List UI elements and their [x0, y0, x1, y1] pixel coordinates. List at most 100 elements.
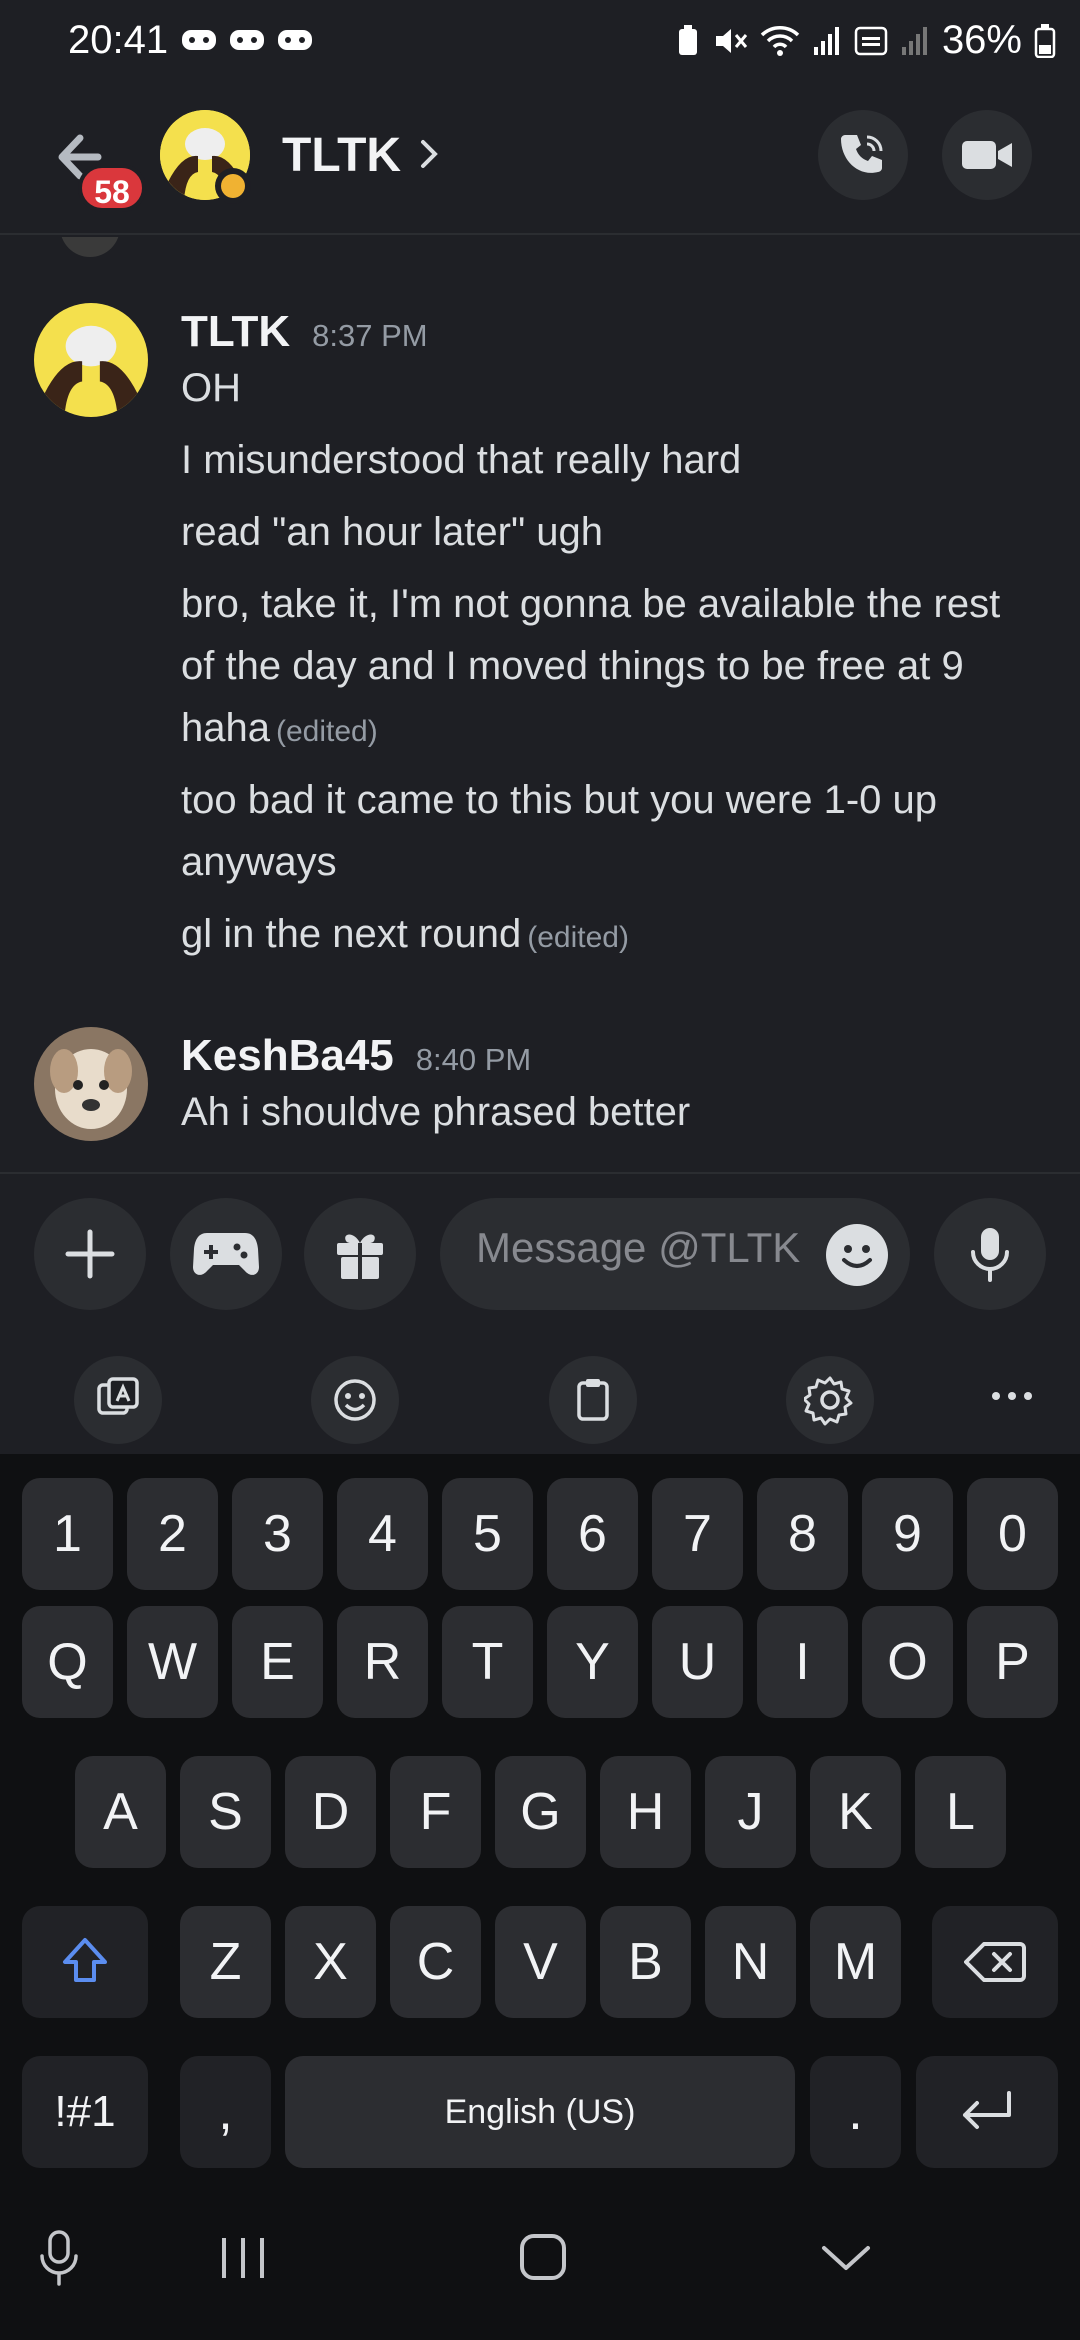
message-author[interactable]: TLTK 8:37 PM — [181, 307, 428, 357]
key-h[interactable]: H — [600, 1756, 691, 1868]
recent-apps-icon[interactable] — [218, 2234, 268, 2282]
message-content: I misunderstood that really hard — [181, 438, 742, 482]
avatar[interactable] — [34, 1027, 148, 1141]
message-content: Ah i shouldve phrased better — [181, 1090, 691, 1134]
translate-button[interactable] — [74, 1356, 162, 1444]
activities-button[interactable] — [170, 1198, 282, 1310]
key-5[interactable]: 5 — [442, 1478, 533, 1590]
key-r[interactable]: R — [337, 1606, 428, 1718]
key-x[interactable]: X — [285, 1906, 376, 2018]
phone-call-icon — [841, 135, 883, 173]
chevron-right-icon[interactable] — [415, 132, 445, 176]
message-content: OH — [181, 366, 241, 410]
keyboard-settings-button[interactable] — [786, 1356, 874, 1444]
key-q[interactable]: Q — [22, 1606, 113, 1718]
key-7[interactable]: 7 — [652, 1478, 743, 1590]
status-time: 20:41 — [68, 18, 169, 62]
keyboard: 1 2 3 4 5 6 7 8 9 0 Q W E R T Y U I O P … — [0, 1454, 1080, 2180]
hide-keyboard-icon[interactable] — [818, 2238, 874, 2278]
volte-icon — [854, 26, 888, 55]
key-3[interactable]: 3 — [232, 1478, 323, 1590]
message-text[interactable]: gl in the next round (edited) — [181, 903, 1041, 969]
author-name: TLTK — [181, 307, 291, 356]
more-options-button[interactable] — [990, 1374, 1034, 1423]
message-input-container[interactable] — [440, 1198, 910, 1310]
enter-key[interactable] — [916, 2056, 1058, 2168]
message-text[interactable]: read "an hour later" ugh — [181, 501, 1041, 563]
key-d[interactable]: D — [285, 1756, 376, 1868]
voice-input-icon[interactable] — [36, 2228, 82, 2288]
gamepad-notification-icon — [278, 30, 312, 50]
key-w[interactable]: W — [127, 1606, 218, 1718]
key-s[interactable]: S — [180, 1756, 271, 1868]
message-content: too bad it came to this but you were 1-0… — [181, 778, 937, 884]
chat-header: 58 TLTK — [0, 80, 1080, 235]
message-input[interactable] — [476, 1224, 806, 1272]
key-1[interactable]: 1 — [22, 1478, 113, 1590]
voice-message-button[interactable] — [934, 1198, 1046, 1310]
backspace-icon — [964, 1942, 1026, 1982]
gear-icon — [804, 1376, 853, 1426]
key-z[interactable]: Z — [180, 1906, 271, 2018]
key-6[interactable]: 6 — [547, 1478, 638, 1590]
comma-key[interactable]: , — [180, 2056, 271, 2168]
message-text[interactable]: OH — [181, 357, 1041, 419]
key-f[interactable]: F — [390, 1756, 481, 1868]
attach-button[interactable] — [34, 1198, 146, 1310]
message-timestamp: 8:40 PM — [415, 1042, 532, 1077]
key-9[interactable]: 9 — [862, 1478, 953, 1590]
page-title[interactable]: TLTK — [282, 128, 401, 183]
key-n[interactable]: N — [705, 1906, 796, 2018]
period-key[interactable]: . — [810, 2056, 901, 2168]
message-text[interactable]: too bad it came to this but you were 1-0… — [181, 769, 1041, 893]
message-text[interactable]: I misunderstood that really hard — [181, 429, 1041, 491]
message-list[interactable]: TLTK 8:37 PM OH I misunderstood that real… — [0, 237, 1080, 1172]
microphone-icon — [971, 1228, 1009, 1282]
backspace-key[interactable] — [932, 1906, 1058, 2018]
key-i[interactable]: I — [757, 1606, 848, 1718]
translate-icon — [97, 1377, 139, 1415]
video-call-button[interactable] — [942, 110, 1032, 200]
author-name: KeshBa45 — [181, 1031, 394, 1080]
key-c[interactable]: C — [390, 1906, 481, 2018]
keyboard-emoji-button[interactable] — [311, 1356, 399, 1444]
space-bar[interactable]: English (US) — [285, 2056, 795, 2168]
emoji-picker-button[interactable] — [826, 1224, 888, 1286]
voice-call-button[interactable] — [818, 110, 908, 200]
key-a[interactable]: A — [75, 1756, 166, 1868]
gift-button[interactable] — [304, 1198, 416, 1310]
message-author[interactable]: KeshBa45 8:40 PM — [181, 1031, 531, 1081]
key-0[interactable]: 0 — [967, 1478, 1058, 1590]
key-e[interactable]: E — [232, 1606, 323, 1718]
video-camera-icon — [962, 141, 1012, 169]
shift-key[interactable] — [22, 1906, 148, 2018]
key-u[interactable]: U — [652, 1606, 743, 1718]
key-v[interactable]: V — [495, 1906, 586, 2018]
key-m[interactable]: M — [810, 1906, 901, 2018]
key-k[interactable]: K — [810, 1756, 901, 1868]
symbols-key[interactable]: !#1 — [22, 2056, 148, 2168]
status-bar: 20:41 36% — [0, 0, 1080, 80]
key-y[interactable]: Y — [547, 1606, 638, 1718]
signal-icon — [813, 26, 839, 55]
key-4[interactable]: 4 — [337, 1478, 428, 1590]
emoji-icon — [334, 1379, 376, 1421]
key-2[interactable]: 2 — [127, 1478, 218, 1590]
battery-percent: 36% — [941, 18, 1022, 62]
key-l[interactable]: L — [915, 1756, 1006, 1868]
key-8[interactable]: 8 — [757, 1478, 848, 1590]
key-t[interactable]: T — [442, 1606, 533, 1718]
avatar[interactable] — [34, 303, 148, 417]
message-text[interactable]: Ah i shouldve phrased better — [181, 1081, 1041, 1143]
key-b[interactable]: B — [600, 1906, 691, 2018]
mute-icon — [715, 28, 748, 53]
key-o[interactable]: O — [862, 1606, 953, 1718]
edited-label: (edited) — [527, 921, 629, 954]
message-text[interactable]: bro, take it, I'm not gonna be available… — [181, 573, 1041, 763]
key-g[interactable]: G — [495, 1756, 586, 1868]
gift-icon — [337, 1234, 383, 1279]
home-icon[interactable] — [518, 2232, 568, 2282]
clipboard-button[interactable] — [549, 1356, 637, 1444]
key-p[interactable]: P — [967, 1606, 1058, 1718]
key-j[interactable]: J — [705, 1756, 796, 1868]
